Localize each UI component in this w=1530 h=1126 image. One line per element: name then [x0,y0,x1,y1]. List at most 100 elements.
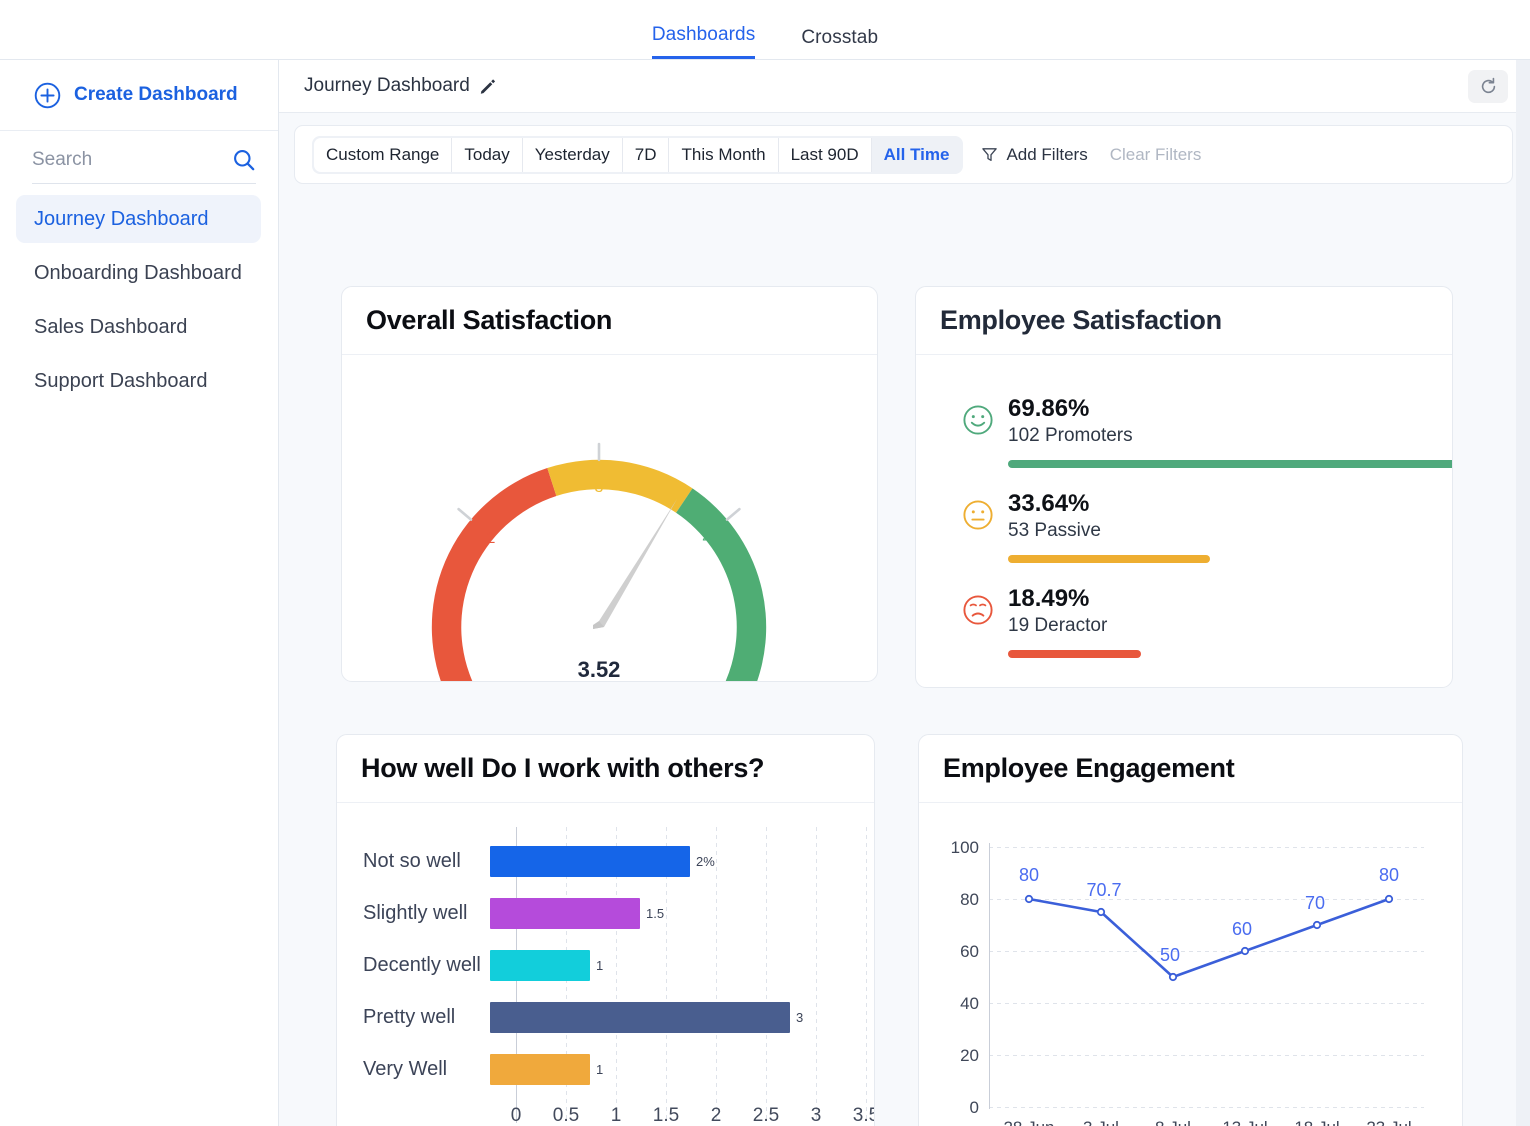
gauge-tick-2: 2 [487,530,496,547]
pencil-icon[interactable] [479,78,496,95]
satisfaction-rows: 69.86% 102 Promoters 33.64% 53 Passive 1… [916,355,1452,658]
satisfaction-count-detractor: 19 Deractor [1008,615,1108,637]
smiley-sad-icon [962,594,994,626]
card-overall-satisfaction: Overall Satisfaction 2 3 4 3.52 [341,286,878,682]
range-this-month[interactable]: This Month [669,137,779,172]
bar-very-well [490,1053,590,1085]
search-input[interactable] [32,149,212,171]
card-title-employee-satisfaction: Employee Satisfaction [940,305,1222,335]
satisfaction-bar-passive [1008,554,1210,563]
satisfaction-bar-track-passive [1008,554,1452,563]
plus-circle-icon [34,82,61,109]
bar-xtick-2: 2 [710,1105,722,1126]
bar-value-pretty-well: 3 [796,1009,804,1025]
bar-value-slightly-well: 1.5 [646,905,665,921]
line-ytick-0: 0 [970,1098,979,1117]
line-xtick-4: 18 Jul [1294,1118,1339,1126]
range-7d[interactable]: 7D [622,137,670,172]
card-title-overall-satisfaction: Overall Satisfaction [366,305,613,335]
range-yesterday[interactable]: Yesterday [522,137,623,172]
line-ytick-40: 40 [960,994,979,1013]
card-header-employee-engagement: Employee Engagement [919,735,1462,803]
bar-label-pretty-well: Pretty well [363,1005,456,1028]
satisfaction-percent-passive: 33.64% [1008,489,1090,517]
card-header-work-with-others: How well Do I work with others? [337,735,874,803]
bar-decently-well [490,949,590,981]
tab-crosstab[interactable]: Crosstab [801,27,878,59]
bar-area-very-well: 1 [490,1043,874,1095]
satisfaction-percent-promoters: 69.86% [1008,395,1090,422]
line-ytick-60: 60 [960,942,979,961]
line-ytick-80: 80 [960,890,979,909]
satisfaction-bar-track-promoters [1008,459,1452,468]
line-xtick-1: 3 Jul [1083,1118,1119,1126]
bar-xtick-1-5: 1.5 [652,1105,680,1126]
bar-chart-body: Not so well 2% Slightly well 1.5 Decentl… [337,803,874,1126]
satisfaction-count-promoters: 102 Promoters [1008,425,1133,447]
line-chart-gridlines [989,847,1424,1108]
satisfaction-percent-detractor: 18.49% [1008,584,1090,612]
vertical-scrollbar[interactable] [1516,60,1530,1126]
satisfaction-row-passive: 33.64% 53 Passive [962,490,1452,563]
sidebar-item-sales-dashboard[interactable]: Sales Dashboard [16,303,261,351]
add-filters-button[interactable]: Add Filters [981,144,1088,165]
satisfaction-row-promoters: 69.86% 102 Promoters [962,395,1452,468]
refresh-icon [1479,77,1498,96]
bar-xtick-2-5: 2.5 [752,1105,780,1126]
bar-xtick-0: 0 [510,1105,522,1126]
bar-xtick-1: 1 [610,1105,622,1126]
card-header-employee-satisfaction: Employee Satisfaction [916,287,1452,355]
satisfaction-bar-detractor [1008,649,1141,658]
bar-value-not-so-well: 2% [696,853,715,869]
card-header-overall-satisfaction: Overall Satisfaction [342,287,877,355]
bar-row-slightly-well: Slightly well 1.5 [337,887,874,939]
sidebar-item-onboarding-dashboard[interactable]: Onboarding Dashboard [16,249,261,297]
satisfaction-count-passive: 53 Passive [1008,520,1101,542]
line-point-label-2: 50 [1160,945,1180,965]
search-icon[interactable] [232,148,256,172]
line-xtick-0: 28 Jun [1003,1118,1054,1126]
dashboard-title-row: Journey Dashboard [304,75,496,97]
bar-xtick-3: 3 [810,1105,822,1126]
range-last-90d[interactable]: Last 90D [778,137,872,172]
card-title-employee-engagement: Employee Engagement [943,753,1235,783]
line-xtick-3: 13 Jul [1222,1118,1267,1126]
bar-area-pretty-well: 3 [490,991,874,1043]
add-filters-label: Add Filters [1006,144,1088,164]
gauge-value: 3.52 [578,657,621,682]
bar-row-decently-well: Decently well 1 [337,939,874,991]
card-employee-engagement: Employee Engagement 0 20 40 60 80 100 80… [918,734,1463,1126]
gauge-tick-3: 3 [595,479,604,496]
bar-chart-x-axis: 0 0.5 1 1.5 2 2.5 3 3.5 [511,1099,874,1126]
tab-dashboards[interactable]: Dashboards [651,24,756,59]
sidebar-item-support-dashboard[interactable]: Support Dashboard [16,357,261,405]
bar-xtick-3-5: 3.5 [852,1105,874,1126]
sidebar-item-journey-dashboard[interactable]: Journey Dashboard [16,195,261,243]
line-point-label-3: 60 [1232,919,1252,939]
gauge-chart-body: 1 2 3 4 5 3.52 Average CSAT [342,355,877,682]
clear-filters-button[interactable]: Clear Filters [1110,145,1202,165]
line-point-label-4: 70 [1305,893,1325,913]
card-title-work-with-others: How well Do I work with others? [361,753,765,783]
bar-label-very-well: Very Well [363,1057,448,1080]
refresh-button[interactable] [1468,69,1508,103]
date-range-segmented-control: Custom Range Today Yesterday 7D This Mon… [312,135,964,174]
bar-label-decently-well: Decently well [363,953,481,976]
satisfaction-bar-track-detractor [1008,649,1452,658]
range-today[interactable]: Today [452,137,523,172]
range-all-time[interactable]: All Time [871,137,962,172]
clear-filters-label: Clear Filters [1109,144,1202,164]
dashboard-list: Journey Dashboard Onboarding Dashboard S… [0,195,278,405]
create-dashboard-label: Create Dashboard [74,84,238,105]
search-container [32,148,256,184]
line-ytick-20: 20 [960,1046,979,1065]
filter-panel: Custom Range Today Yesterday 7D This Mon… [294,125,1513,184]
bar-slightly-well [490,897,640,929]
funnel-icon [981,146,998,163]
bar-area-slightly-well: 1.5 [490,887,874,939]
create-dashboard-button[interactable]: Create Dashboard [0,60,278,131]
range-custom-range[interactable]: Custom Range [314,137,453,172]
card-employee-satisfaction: Employee Satisfaction 69.86% 102 Promote… [915,286,1453,688]
bar-label-not-so-well: Not so well [363,849,461,872]
line-point-label-5: 80 [1379,865,1399,885]
